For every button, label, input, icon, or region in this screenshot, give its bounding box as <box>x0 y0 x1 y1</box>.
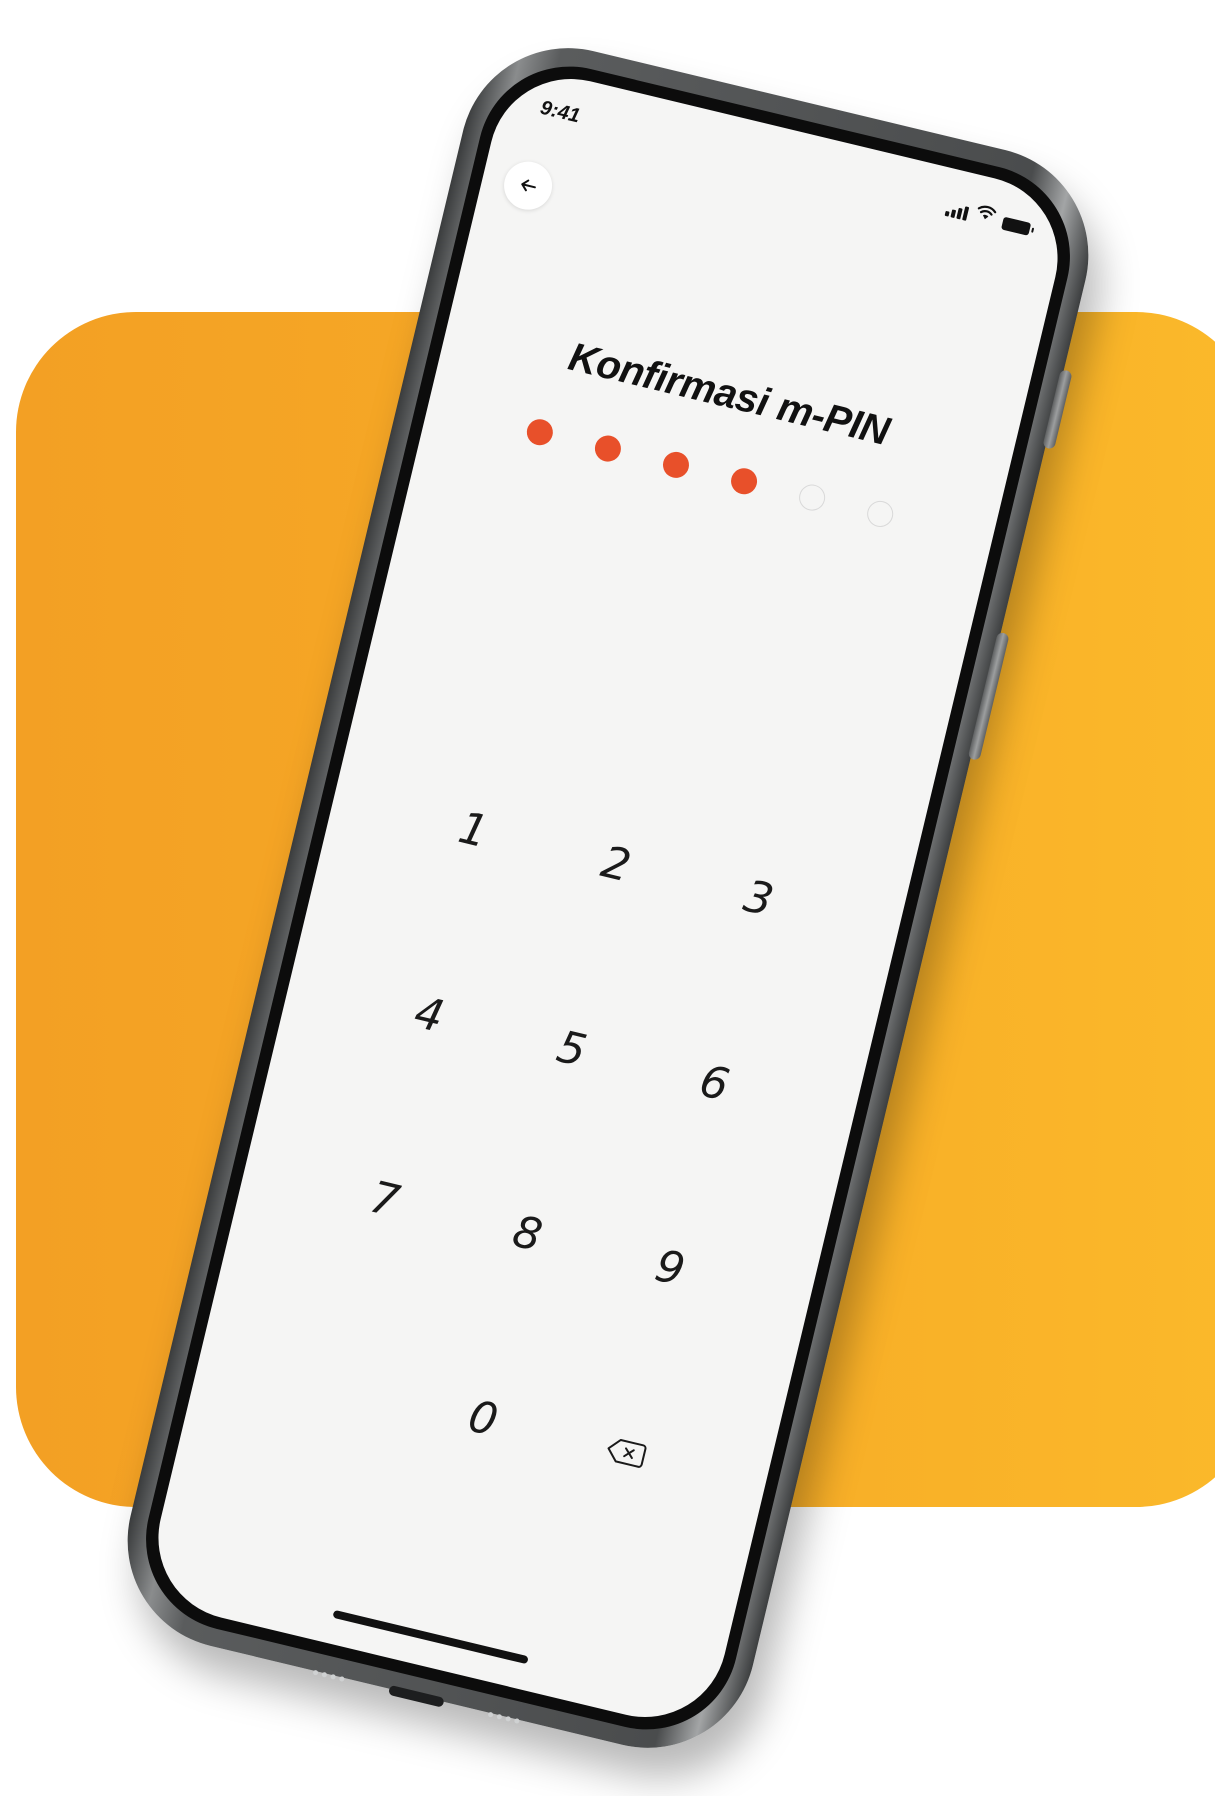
status-bar: 9:41 <box>496 62 1074 256</box>
pin-dot-filled <box>728 465 760 497</box>
numeric-keypad: 123 456 7890 <box>261 779 838 1504</box>
speaker-grill <box>312 1669 345 1682</box>
keypad-key-1[interactable]: 1 <box>394 779 553 881</box>
pin-dot-empty <box>796 481 828 514</box>
keypad-key-3[interactable]: 3 <box>679 847 838 949</box>
keypad-key-5[interactable]: 5 <box>492 998 651 1100</box>
status-icons <box>944 196 1033 236</box>
keypad-key-8[interactable]: 8 <box>448 1182 607 1284</box>
keypad-key-0[interactable]: 0 <box>404 1367 563 1469</box>
cellular-signal-icon <box>944 202 970 221</box>
home-indicator <box>332 1609 529 1665</box>
keypad-key-2[interactable]: 2 <box>537 813 696 915</box>
page-title: Konfirmasi m-PIN <box>564 334 894 454</box>
keypad-key-6[interactable]: 6 <box>635 1032 794 1134</box>
pin-dot-filled <box>524 416 556 448</box>
pin-dot-filled <box>660 449 692 481</box>
pin-dot-filled <box>592 432 624 465</box>
wifi-icon <box>974 203 998 227</box>
charging-port <box>387 1684 445 1708</box>
delete-button[interactable] <box>546 1401 705 1503</box>
keypad-key-4[interactable]: 4 <box>350 963 509 1065</box>
status-time: 9:41 <box>538 96 583 128</box>
keypad-key-9[interactable]: 9 <box>591 1217 750 1319</box>
keypad-key-7[interactable]: 7 <box>305 1148 464 1250</box>
back-button[interactable] <box>499 156 558 215</box>
keypad-spacer <box>261 1333 420 1435</box>
backspace-icon <box>607 1438 647 1468</box>
pin-dot-empty <box>864 498 896 530</box>
battery-icon <box>1000 216 1032 236</box>
arrow-left-icon <box>521 179 536 192</box>
speaker-grill <box>487 1711 520 1724</box>
